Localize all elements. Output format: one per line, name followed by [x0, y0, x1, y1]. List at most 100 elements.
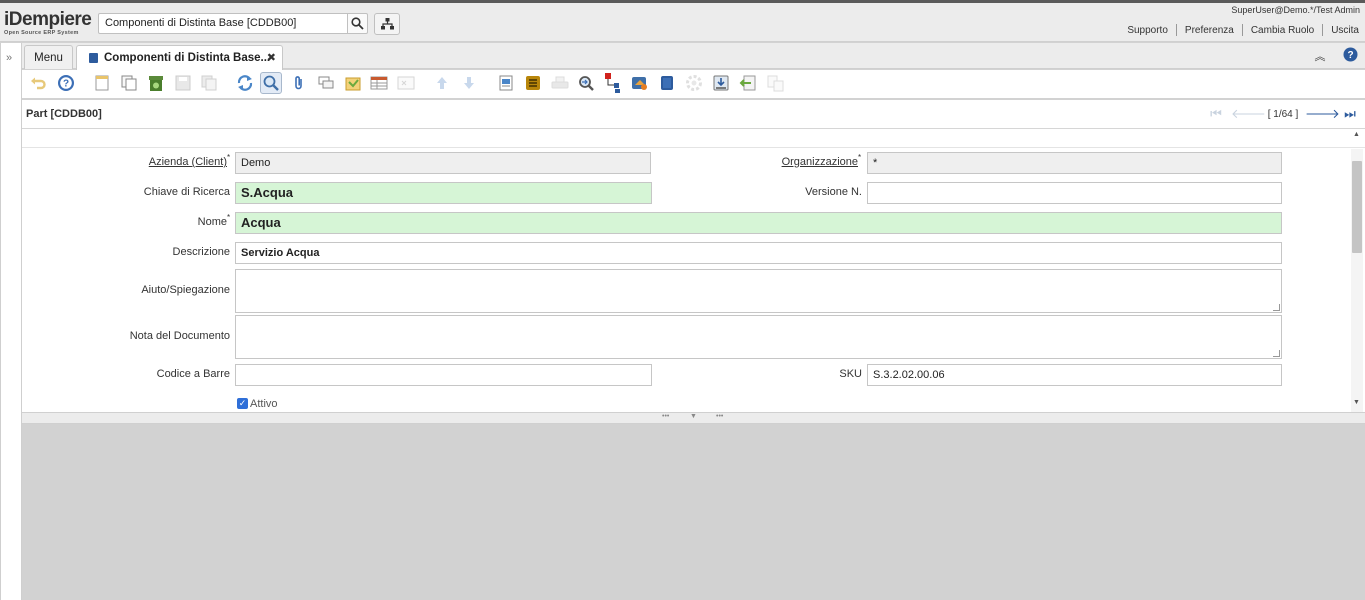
organization-field[interactable]: *	[867, 152, 1282, 174]
search-icon	[351, 17, 364, 30]
help-textarea[interactable]	[235, 269, 1282, 313]
link-preferences[interactable]: Preferenza	[1185, 25, 1234, 36]
grid-toggle-button[interactable]	[368, 72, 390, 94]
attachment-button[interactable]	[288, 72, 310, 94]
child-record-icon	[464, 77, 474, 89]
parent-record-button[interactable]	[431, 72, 453, 94]
sku-label: SKU	[839, 368, 862, 380]
detail-pane	[22, 424, 1365, 600]
import-button[interactable]	[737, 72, 759, 94]
postit-icon	[345, 77, 361, 91]
required-marker: *	[858, 153, 862, 162]
sku-field[interactable]: S.3.2.02.00.06	[867, 364, 1282, 386]
customize-button[interactable]	[764, 72, 786, 94]
save-create-icon	[201, 75, 217, 91]
undo-button[interactable]	[27, 72, 49, 94]
next-record-icon[interactable]: 🡒	[1305, 106, 1340, 122]
resize-grip[interactable]	[1273, 350, 1280, 357]
undo-icon	[31, 77, 46, 90]
window-icon	[89, 53, 98, 63]
close-icon[interactable]: ✖	[267, 51, 276, 64]
requests-button[interactable]	[629, 72, 651, 94]
active-checkbox[interactable]: ✓	[237, 398, 248, 409]
menu-tree-button[interactable]	[374, 13, 400, 35]
client-label[interactable]: Azienda (Client)	[122, 156, 227, 168]
help-toolbar-button[interactable]: ?	[55, 72, 77, 94]
west-panel: »	[0, 43, 22, 600]
scroll-down-icon[interactable]: ▼	[1353, 399, 1360, 406]
version-field[interactable]	[867, 182, 1282, 204]
save-create-button[interactable]	[198, 72, 220, 94]
save-icon	[175, 75, 191, 91]
grid-toggle-icon	[370, 76, 388, 90]
import-icon	[739, 75, 756, 91]
expand-panel-icon[interactable]: »	[6, 52, 12, 64]
global-search-input[interactable]: Componenti di Distinta Base [CDDB00]	[98, 13, 348, 34]
name-label: Nome	[197, 216, 227, 228]
archive-button[interactable]	[522, 72, 544, 94]
detail-splitter[interactable]: ••• ▼ •••	[22, 412, 1365, 424]
tab-bom-components[interactable]: Componenti di Distinta Base... ✖	[76, 45, 283, 70]
report-icon	[499, 75, 513, 91]
app-logo[interactable]: iDempiere Open Source ERP System	[4, 9, 94, 37]
zoom-across-button[interactable]	[575, 72, 597, 94]
scroll-up-icon[interactable]: ▲	[1353, 131, 1360, 138]
postit-button[interactable]	[342, 72, 364, 94]
chat-button[interactable]	[315, 72, 337, 94]
active-workflows-icon	[605, 73, 620, 93]
refresh-button[interactable]	[234, 72, 256, 94]
app-header: iDempiere Open Source ERP System Compone…	[0, 3, 1365, 42]
copy-button[interactable]	[118, 72, 140, 94]
help-label: Aiuto/Spiegazione	[141, 284, 230, 296]
delete-button[interactable]	[145, 72, 167, 94]
new-icon	[95, 75, 109, 91]
version-label: Versione N.	[805, 186, 862, 198]
active-workflows-button[interactable]	[602, 72, 624, 94]
link-logout[interactable]: Uscita	[1331, 25, 1359, 36]
product-info-button[interactable]	[656, 72, 678, 94]
help-button[interactable]: ?	[1335, 47, 1365, 65]
tab-menu[interactable]: Menu	[24, 45, 73, 69]
child-record-button[interactable]	[458, 72, 480, 94]
find-button[interactable]	[260, 72, 282, 94]
scroll-thumb[interactable]	[1352, 161, 1362, 253]
grip-icon: •••	[716, 413, 724, 420]
link-support[interactable]: Supporto	[1127, 25, 1168, 36]
first-record-icon[interactable]: ⏮	[1201, 106, 1231, 122]
detail-button[interactable]	[395, 72, 417, 94]
parent-record-icon	[437, 77, 447, 89]
search-button[interactable]	[347, 13, 368, 34]
logo-subtitle: Open Source ERP System	[4, 30, 79, 36]
client-field[interactable]: Demo	[235, 152, 651, 174]
barcode-field[interactable]	[235, 364, 652, 386]
link-change-role[interactable]: Cambia Ruolo	[1251, 25, 1314, 36]
report-button[interactable]	[495, 72, 517, 94]
name-field[interactable]: Acqua	[235, 212, 1282, 234]
archive-icon	[526, 76, 540, 90]
process-button[interactable]	[683, 72, 705, 94]
chat-icon	[318, 76, 334, 89]
divider	[1241, 24, 1243, 36]
svg-text:?: ?	[63, 79, 69, 90]
logo-title: iDempiere	[4, 9, 92, 30]
refresh-icon	[237, 75, 253, 91]
save-button[interactable]	[172, 72, 194, 94]
previous-record-icon[interactable]: 🡐	[1231, 106, 1266, 122]
new-button[interactable]	[91, 72, 113, 94]
last-record-icon[interactable]: ⏭	[1335, 106, 1365, 122]
header-links: Supporto Preferenza Cambia Ruolo Uscita	[1127, 24, 1359, 36]
print-button[interactable]	[549, 72, 571, 94]
user-info[interactable]: SuperUser@Demo.*/Test Admin	[1231, 5, 1360, 15]
form-scrollbar[interactable]: ▲ ▼	[1351, 131, 1363, 412]
search-key-field[interactable]: S.Acqua	[235, 182, 652, 204]
export-button[interactable]	[710, 72, 732, 94]
active-label: Attivo	[250, 398, 278, 410]
tab-label: Componenti di Distinta Base...	[104, 52, 271, 64]
collapse-detail-icon[interactable]: ▼	[690, 413, 697, 420]
organization-label[interactable]: Organizzazione	[752, 156, 858, 168]
resize-grip[interactable]	[1273, 304, 1280, 311]
document-note-textarea[interactable]	[235, 315, 1282, 359]
collapse-header-icon[interactable]: ︽	[1305, 48, 1335, 64]
description-field[interactable]: Servizio Acqua	[235, 242, 1282, 264]
barcode-label: Codice a Barre	[156, 368, 230, 380]
